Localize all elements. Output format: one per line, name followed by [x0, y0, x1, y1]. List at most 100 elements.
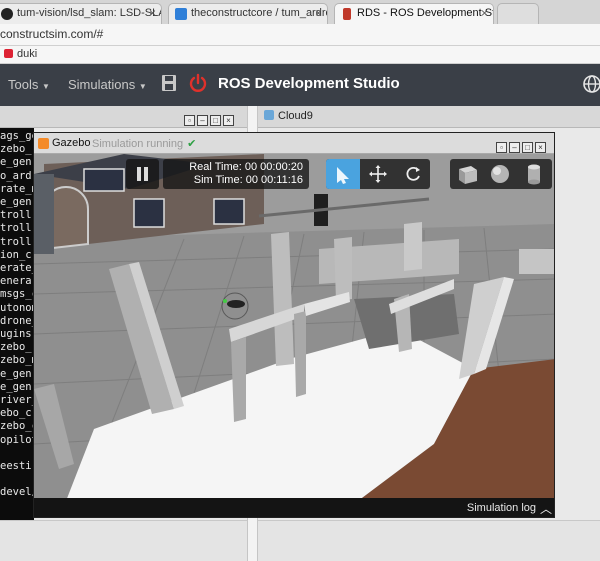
restore-icon[interactable]: ▫ [496, 142, 507, 153]
terminal-panel[interactable]: ags_gezebo_re_geno_ardrrate_me_gentrollt… [0, 128, 34, 538]
terminal-line: river_ [0, 394, 34, 406]
terminal-line: e_gen [0, 156, 32, 169]
rds-icon [343, 8, 351, 20]
terminal-line: o_ardr [0, 169, 34, 182]
sim-time-value: 00 00:11:16 [245, 174, 303, 186]
shape-tools [450, 159, 552, 189]
terminal-line: rate_m [0, 182, 34, 195]
house-window [83, 168, 125, 192]
simulations-menu[interactable]: Simulations ▼ [68, 77, 147, 92]
caret-down-icon: ▼ [41, 82, 50, 91]
browser-tab-lsd-slam[interactable]: tum-vision/lsd_slam: LSD-SLAM × [0, 3, 162, 24]
address-bar[interactable]: constructsim.com/# [0, 24, 600, 46]
browser-tab-tum-ardrone[interactable]: theconstructcore / tum_ardrone × [168, 3, 328, 24]
terminal-line: zebo_r [0, 341, 34, 354]
house-column [34, 174, 54, 254]
terminal-line: troll [0, 209, 32, 222]
pause-icon-bar [144, 167, 148, 181]
gazebo-titlebar[interactable]: Gazebo Simulation running ✔ ▫ – □ × [34, 133, 554, 155]
gazebo-title: Gazebo [52, 137, 91, 149]
play-pause-control[interactable] [126, 159, 159, 189]
right-panel-header: Cloud9 [258, 106, 600, 128]
simulation-status: Simulation running ✔ [92, 137, 196, 150]
chevron-up-icon[interactable]: ︿ [540, 500, 552, 517]
house-window [213, 198, 245, 225]
terminal-line: enera [0, 275, 32, 288]
terminal-line: e_gen [0, 367, 32, 380]
close-icon[interactable]: × [535, 142, 546, 153]
translate-tool-button[interactable] [361, 159, 395, 189]
cloud9-label: Cloud9 [278, 110, 313, 122]
page-title: ROS Development Studio [218, 75, 400, 92]
gazebo-logo-icon [38, 138, 49, 149]
box-shape-icon[interactable] [459, 166, 477, 184]
terminal-line: troll [0, 222, 32, 235]
cylinder-shape-icon[interactable] [528, 164, 540, 185]
time-display: Real Time: 00 00:00:20 Sim Time: 00 00:1… [163, 159, 309, 189]
new-tab-button[interactable] [497, 3, 539, 24]
simulation-log-label: Simulation log [466, 502, 536, 514]
browser-tab-strip: tum-vision/lsd_slam: LSD-SLAM × theconst… [0, 0, 600, 24]
terminal-line: erate_ [0, 262, 34, 274]
terminal-line: zebo_c [0, 420, 34, 433]
terminal-line: utonom [0, 301, 34, 314]
globe-icon[interactable] [583, 75, 600, 93]
check-icon: ✔ [187, 138, 197, 150]
bookmark-duki[interactable]: duki [4, 48, 37, 60]
pillar [334, 237, 352, 301]
restore-icon[interactable]: ▫ [184, 115, 195, 126]
terminal-line: devel/ [0, 486, 34, 499]
simulations-menu-label: Simulations [68, 77, 136, 92]
terminal-line: zebo_m [0, 354, 34, 367]
terminal-line: ebo_c [0, 407, 32, 420]
maximize-icon[interactable]: □ [210, 115, 221, 126]
sphere-shape-icon[interactable] [491, 165, 509, 183]
house-window [133, 198, 165, 228]
power-icon[interactable] [188, 73, 208, 93]
select-tool-button[interactable] [326, 159, 360, 189]
bookmarks-bar: duki [0, 46, 600, 64]
simulation-log-bar[interactable]: Simulation log ︿ [34, 498, 554, 517]
close-icon[interactable]: × [315, 4, 322, 23]
bookmark-label: duki [17, 48, 38, 60]
close-icon[interactable]: × [481, 4, 488, 23]
rotate-tool-button[interactable] [396, 159, 430, 189]
sim-time-readout: Sim Time: 00 00:11:16 [194, 174, 303, 186]
manipulation-tools [326, 159, 430, 189]
real-time-value: 00 00:00:20 [244, 161, 303, 173]
url-text[interactable]: constructsim.com/# [0, 27, 103, 41]
back-wall [519, 249, 554, 274]
gazebo-3d-viewport[interactable] [34, 154, 555, 518]
pillar [404, 222, 422, 271]
tools-menu[interactable]: Tools ▼ [8, 77, 50, 92]
bitbucket-icon [175, 8, 187, 20]
terminal-line: ion_c [0, 248, 32, 261]
maximize-icon[interactable]: □ [522, 142, 533, 153]
browser-tab-rds[interactable]: RDS - ROS Development Studio × [334, 3, 494, 24]
simulation-status-text: Simulation running [92, 138, 184, 150]
gazebo-window: Gazebo Simulation running ✔ ▫ – □ × Real… [33, 132, 555, 518]
bottom-strip [0, 520, 600, 561]
minimize-icon[interactable]: – [509, 142, 520, 153]
gazebo-window-controls: ▫ – □ × [494, 137, 546, 155]
github-icon [1, 8, 13, 20]
cloud9-tab[interactable]: Cloud9 [264, 110, 313, 122]
close-icon[interactable]: × [149, 4, 156, 23]
terminal-line: ugins [0, 328, 32, 340]
terminal-line: msgs_c [0, 288, 34, 301]
panel-window-controls: ▫ – □ × [182, 110, 234, 128]
terminal-line: drone_ [0, 314, 34, 327]
minimize-icon[interactable]: – [197, 115, 208, 126]
terminal-line: zebo_r [0, 143, 34, 156]
terminal-line: e_gen [0, 196, 32, 208]
tab-label: RDS - ROS Development Studio [357, 7, 493, 19]
close-icon[interactable]: × [223, 115, 234, 126]
shape-tools-graphic [459, 164, 540, 185]
rotate-icon [406, 166, 420, 181]
terminal-line: e_gen [0, 380, 32, 393]
real-time-readout: Real Time: 00 00:00:20 [189, 161, 303, 173]
save-icon[interactable] [161, 74, 177, 92]
sim-time-label: Sim Time: [193, 174, 243, 186]
tab-label: tum-vision/lsd_slam: LSD-SLAM [17, 7, 162, 19]
move-icon [369, 165, 387, 183]
